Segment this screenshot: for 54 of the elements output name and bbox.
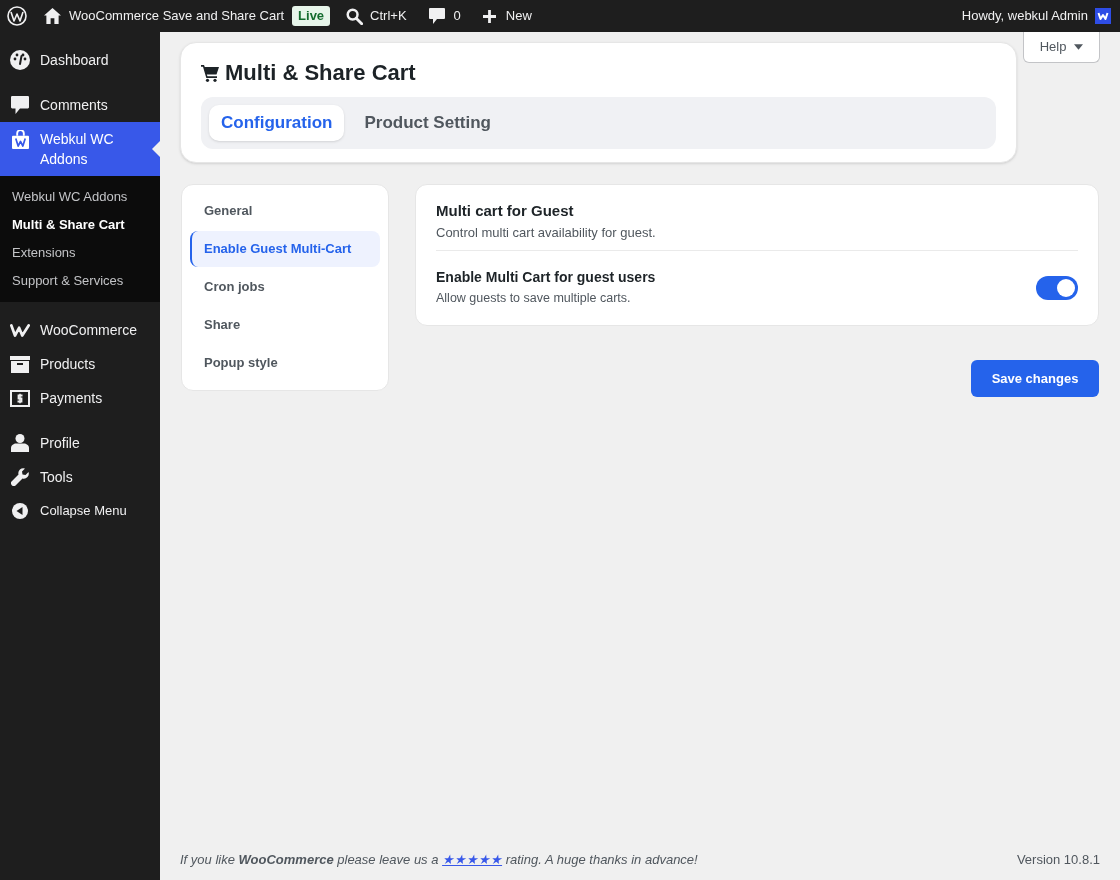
option-label: Enable Multi Cart for guest users: [436, 268, 656, 287]
version-text: Version 10.8.1: [1016, 850, 1100, 869]
collapse-icon: [12, 503, 28, 519]
sidebar-item[interactable]: Webkul WC Addons: [0, 122, 160, 176]
tab[interactable]: Product Setting: [352, 105, 503, 141]
submenu-item[interactable]: Webkul WC Addons: [0, 183, 160, 211]
account-menu[interactable]: Howdy, webkul Admin: [961, 0, 1111, 32]
cart-icon: [201, 64, 219, 82]
settings-nav-item[interactable]: Popup style: [190, 345, 380, 381]
page-title: Multi & Share Cart: [225, 59, 416, 87]
footer-rating-text: If you like WooCommerce please leave us a ★★★★★ rating. A huge thanks in advance!: [180, 850, 698, 869]
sidebar-item[interactable]: Profile: [0, 426, 160, 460]
tab[interactable]: Configuration: [209, 105, 345, 141]
save-changes-button[interactable]: Save changes: [971, 360, 1099, 397]
help-button[interactable]: Help: [1023, 32, 1100, 63]
new-content-link[interactable]: New: [476, 0, 538, 32]
settings-nav-item[interactable]: General: [190, 193, 380, 229]
comment-icon: [428, 8, 445, 24]
submenu-item[interactable]: Support & Services: [0, 267, 160, 295]
live-badge: Live: [292, 6, 331, 26]
collapse-menu-button[interactable]: Collapse Menu: [0, 494, 160, 528]
sidebar-item[interactable]: Payments: [0, 381, 160, 415]
sidebar-item[interactable]: WooCommerce: [0, 313, 160, 347]
settings-nav-item[interactable]: Cron jobs: [190, 269, 380, 305]
comment-icon: [11, 96, 29, 114]
wrench-icon: [11, 468, 29, 486]
zigzag-logo-icon: [10, 323, 30, 337]
home-icon: [44, 8, 61, 24]
submenu-item[interactable]: Multi & Share Cart: [0, 211, 160, 239]
site-name-link[interactable]: WooCommerce Save and Share Cart: [44, 6, 285, 26]
rating-link[interactable]: ★★★★★: [442, 851, 503, 867]
submenu-item[interactable]: Extensions: [0, 239, 160, 267]
shopping-bag-icon: [11, 129, 29, 149]
settings-nav-item[interactable]: Share: [190, 307, 380, 343]
sidebar-item[interactable]: Tools: [0, 460, 160, 494]
search-button[interactable]: Ctrl+K: [340, 0, 413, 32]
user-icon: [11, 434, 29, 452]
sidebar-item[interactable]: Comments: [0, 88, 160, 122]
section-title: Multi cart for Guest: [436, 201, 575, 221]
dashboard-icon: [10, 50, 30, 70]
sidebar-item[interactable]: Products: [0, 347, 160, 381]
circle-logo-icon: [7, 6, 27, 26]
sidebar-item[interactable]: Dashboard: [0, 43, 160, 77]
settings-nav-item[interactable]: Enable Guest Multi-Cart: [190, 231, 380, 267]
avatar-icon: [1095, 8, 1111, 24]
comments-link[interactable]: 0: [422, 0, 467, 32]
archive-box-icon: [10, 355, 30, 373]
option-description: Allow guests to save multiple carts.: [436, 290, 632, 307]
caret-icon: [1074, 44, 1084, 50]
plus-icon: [482, 9, 496, 23]
section-description: Control multi cart availability for guest.: [436, 224, 657, 242]
search-icon: [346, 7, 364, 25]
toggle-switch[interactable]: [1036, 275, 1078, 300]
dollar-icon: [10, 389, 30, 407]
